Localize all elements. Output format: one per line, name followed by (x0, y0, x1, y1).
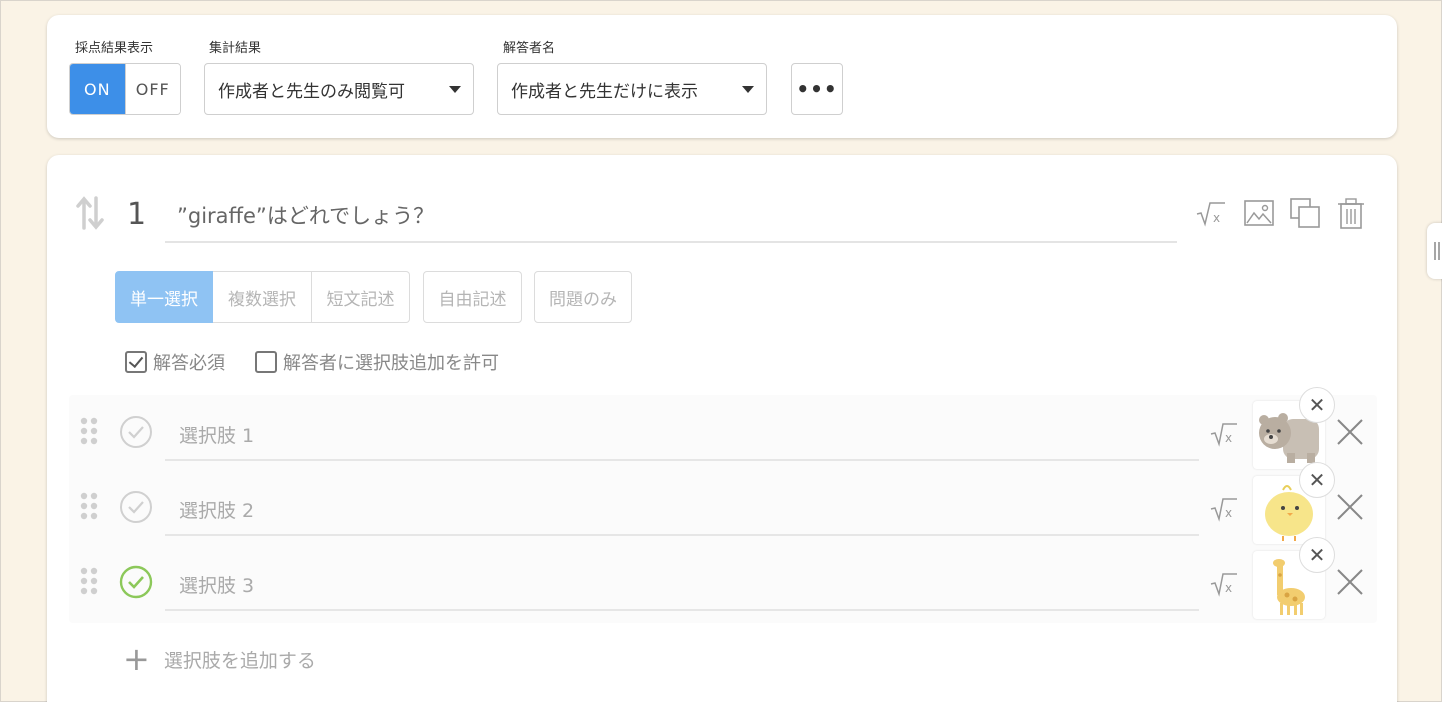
check-circle-icon[interactable] (119, 415, 153, 449)
type-free-text[interactable]: 自由記述 (423, 271, 522, 323)
question-card: 1 ”giraffe”はどれでしょう？ x 単一選択 複数選択 短文記述 自由記… (47, 155, 1397, 702)
aggregate-select-value: 作成者と先生のみ閲覧可 (218, 81, 405, 102)
required-label: 解答必須 (153, 353, 225, 374)
type-single-choice[interactable]: 単一選択 (115, 271, 213, 323)
sqrt-icon[interactable]: x (1195, 197, 1227, 229)
settings-card: 採点結果表示 ON OFF 集計結果 作成者と先生のみ閲覧可 解答者名 作成者と… (47, 15, 1397, 138)
svg-text:x: x (1225, 506, 1232, 520)
check-circle-icon-correct[interactable] (119, 565, 153, 599)
plus-icon: + (123, 640, 150, 678)
close-icon[interactable] (1335, 417, 1365, 447)
remove-image-button[interactable]: ✕ (1299, 537, 1335, 573)
duplicate-icon[interactable] (1289, 197, 1321, 229)
sqrt-icon[interactable]: x (1209, 494, 1239, 522)
choices-list: 選択肢 1 x ✕ 選択肢 2 x ✕ 選択肢 3 x ✕ (69, 387, 1377, 623)
more-options-button[interactable]: ••• (791, 63, 843, 115)
caret-down-icon (742, 86, 754, 93)
aggregate-select[interactable]: 作成者と先生のみ閲覧可 (204, 63, 474, 115)
check-circle-icon[interactable] (119, 490, 153, 524)
allow-add-checkbox[interactable] (255, 351, 277, 373)
toggle-off-button[interactable]: OFF (124, 64, 180, 114)
type-short-text[interactable]: 短文記述 (312, 271, 410, 323)
score-display-toggle[interactable]: ON OFF (69, 63, 181, 115)
svg-text:x: x (1225, 581, 1232, 595)
grip-icon (1434, 242, 1440, 260)
close-icon: ✕ (1308, 393, 1326, 417)
drag-handle-icon[interactable] (79, 492, 99, 524)
trash-icon[interactable] (1335, 197, 1367, 229)
choice-input[interactable]: 選択肢 3 (165, 559, 1199, 611)
choice-item: 選択肢 3 x ✕ (69, 537, 1377, 619)
respondent-select-value: 作成者と先生だけに表示 (511, 81, 698, 102)
respondent-label: 解答者名 (503, 41, 556, 56)
choice-item: 選択肢 2 x ✕ (69, 462, 1377, 544)
close-icon[interactable] (1335, 492, 1365, 522)
allow-add-checkbox-row[interactable]: 解答者に選択肢追加を許可 (255, 349, 499, 375)
close-icon: ✕ (1308, 468, 1326, 492)
score-display-label: 採点結果表示 (75, 41, 154, 56)
sqrt-icon[interactable]: x (1209, 419, 1239, 447)
svg-text:x: x (1213, 211, 1220, 225)
svg-text:x: x (1225, 431, 1232, 445)
close-icon[interactable] (1335, 567, 1365, 597)
add-choice-button[interactable]: + 選択肢を追加する (123, 643, 316, 675)
close-icon: ✕ (1308, 543, 1326, 567)
image-icon[interactable] (1243, 197, 1275, 229)
drag-handle-icon[interactable] (79, 417, 99, 449)
required-checkbox[interactable] (125, 351, 147, 373)
remove-image-button[interactable]: ✕ (1299, 462, 1335, 498)
choice-input[interactable]: 選択肢 2 (165, 484, 1199, 536)
add-choice-label: 選択肢を追加する (163, 649, 316, 672)
caret-down-icon (449, 86, 461, 93)
allow-add-label: 解答者に選択肢追加を許可 (283, 353, 499, 374)
respondent-select[interactable]: 作成者と先生だけに表示 (497, 63, 767, 115)
drag-handle-icon[interactable] (79, 567, 99, 599)
toggle-on-button[interactable]: ON (70, 64, 125, 114)
sqrt-icon[interactable]: x (1209, 569, 1239, 597)
question-number: 1 (127, 197, 147, 232)
question-text-input[interactable]: ”giraffe”はどれでしょう？ (165, 193, 1177, 243)
type-multiple-choice[interactable]: 複数選択 (213, 271, 312, 323)
aggregate-label: 集計結果 (209, 41, 262, 56)
answer-type-group: 単一選択 複数選択 短文記述 (115, 271, 410, 323)
side-panel-handle[interactable] (1427, 223, 1442, 279)
choice-item: 選択肢 1 x ✕ (69, 387, 1377, 469)
remove-image-button[interactable]: ✕ (1299, 387, 1335, 423)
choice-input[interactable]: 選択肢 1 (165, 409, 1199, 461)
type-question-only[interactable]: 問題のみ (534, 271, 632, 323)
required-checkbox-row[interactable]: 解答必須 (125, 349, 225, 375)
sort-icon[interactable] (75, 195, 105, 231)
